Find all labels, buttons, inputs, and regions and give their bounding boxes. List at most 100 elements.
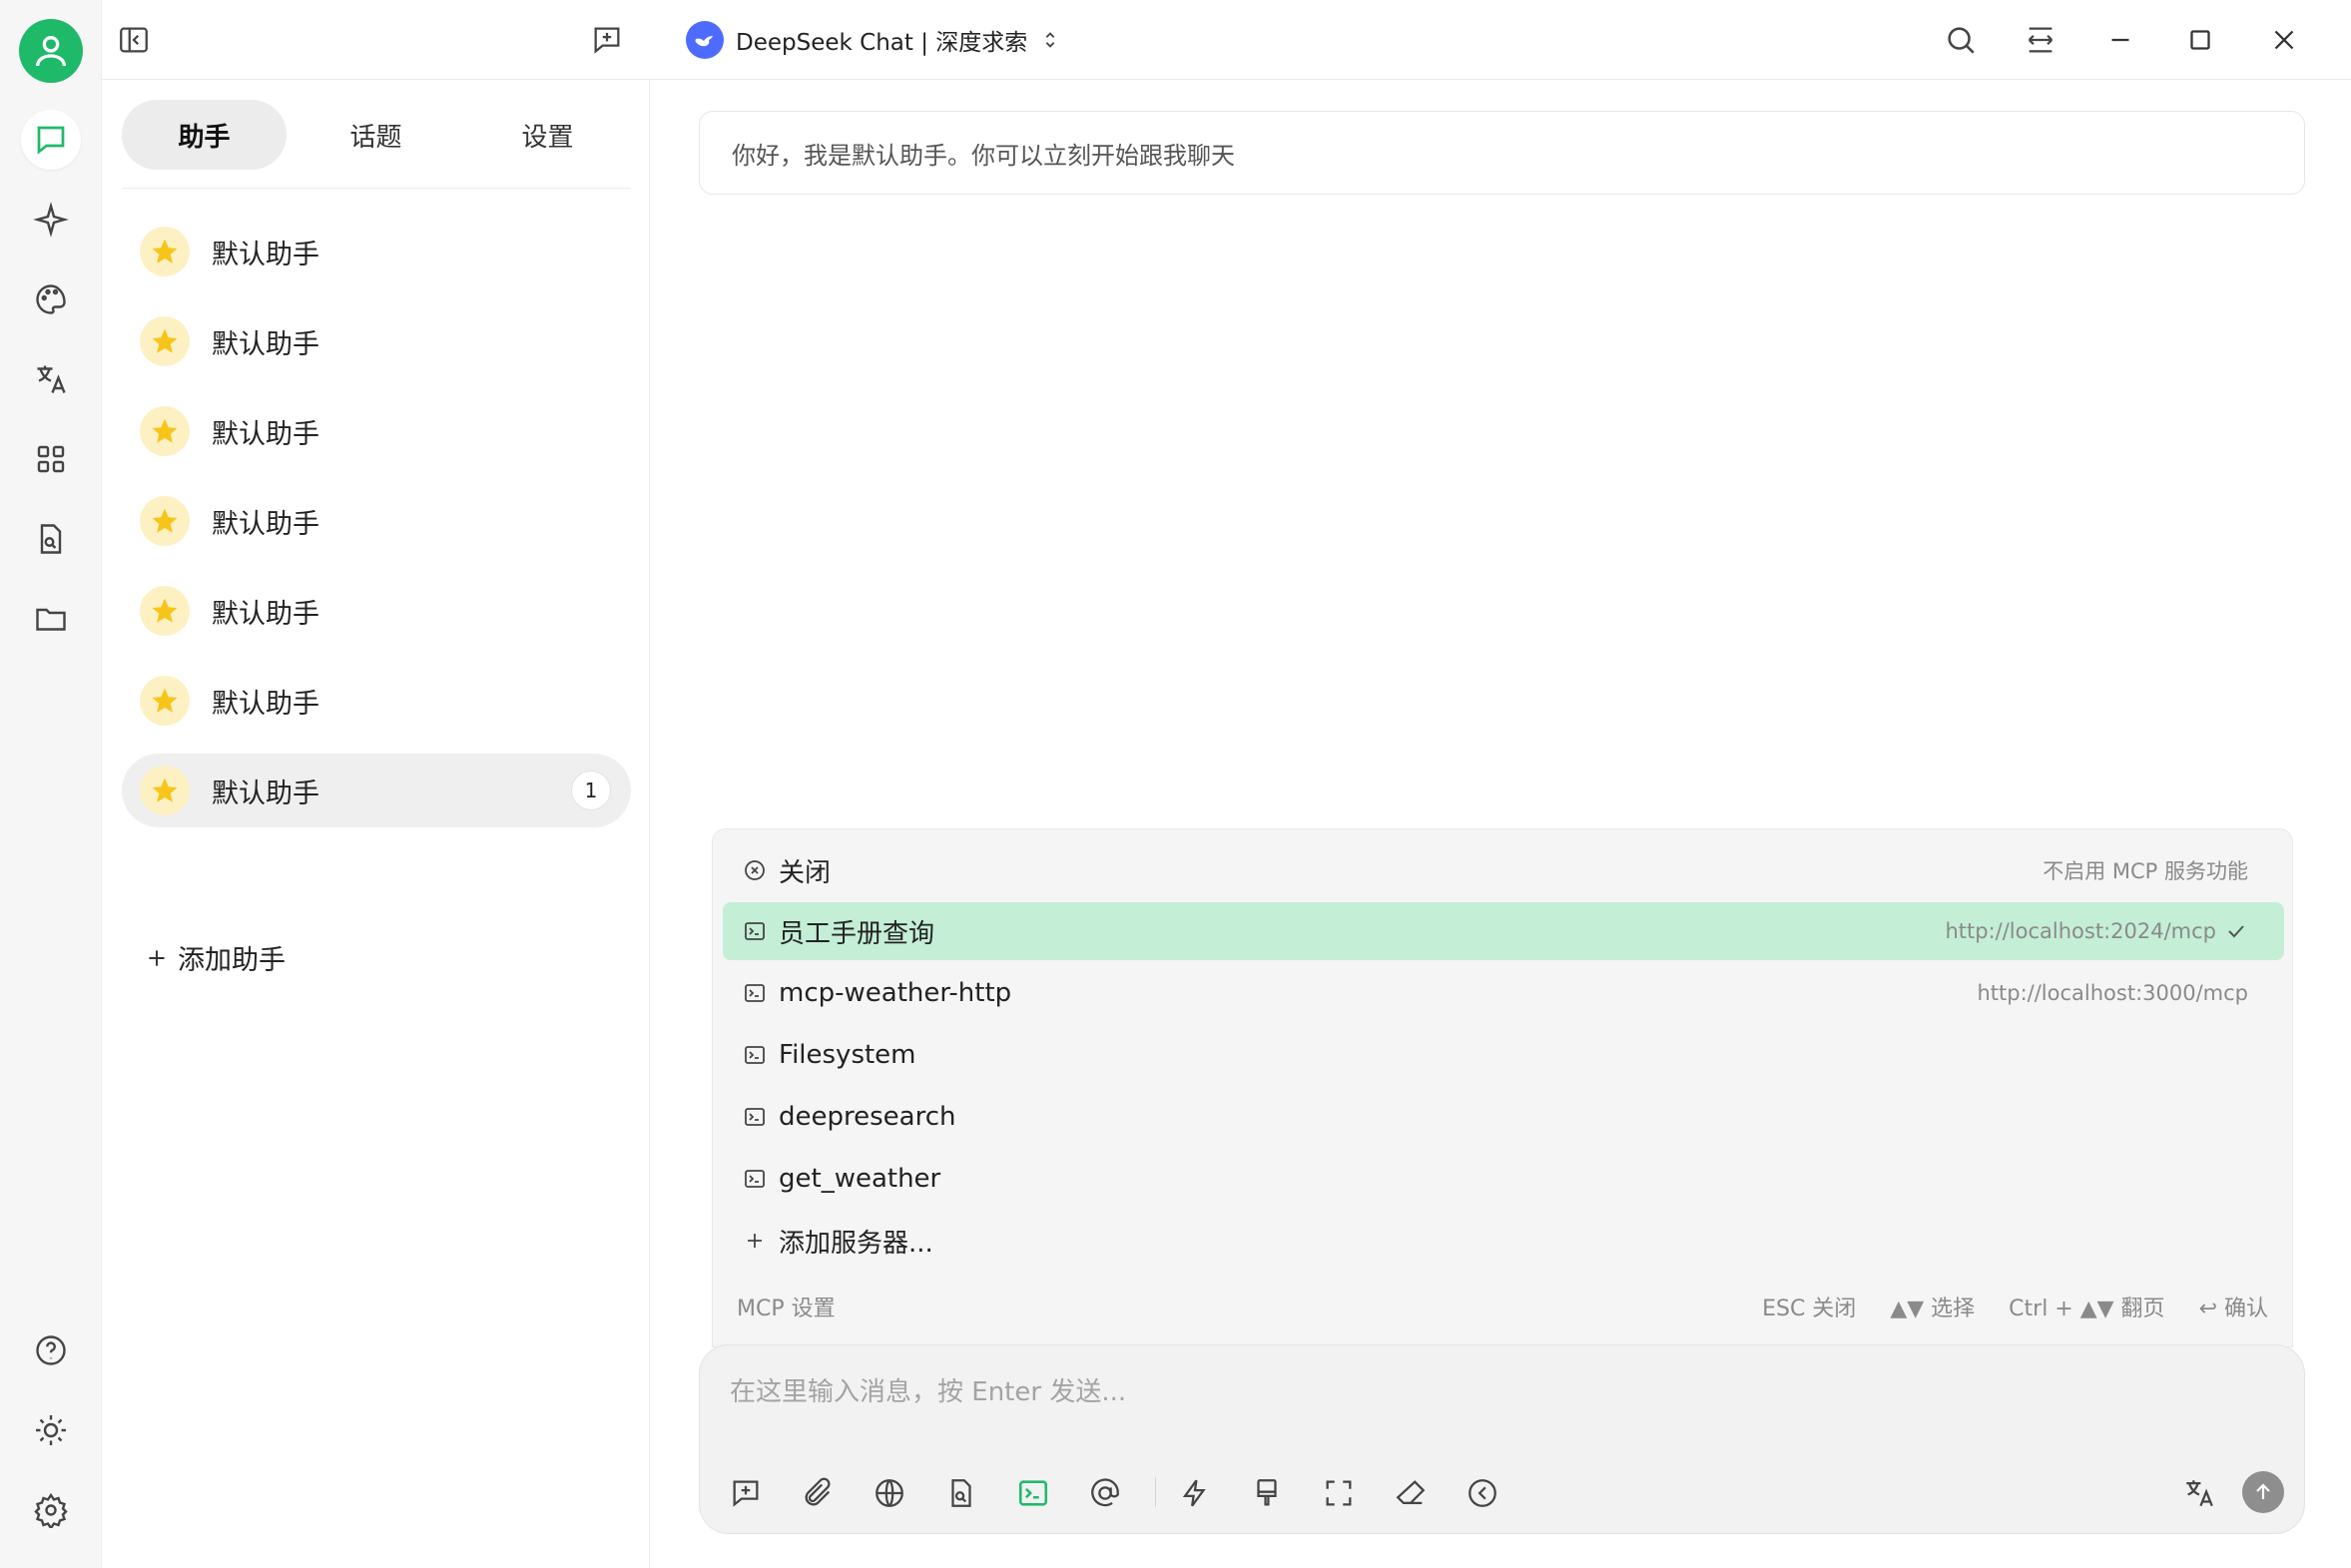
new-topic-button[interactable] <box>585 18 629 62</box>
plus-icon <box>149 949 165 966</box>
assistant-panel: 助手 话题 设置 默认助手 默认助手 默认助手 默认助手 默认助手 默认助手 默… <box>102 80 650 1568</box>
mcp-server-url: http://localhost:2024/mcp <box>1945 919 2216 943</box>
folder-icon <box>36 608 66 631</box>
fullscreen-tool[interactable] <box>1315 1469 1363 1517</box>
globe-icon <box>876 1479 903 1507</box>
assistant-item[interactable]: 默认助手 <box>122 215 631 288</box>
terminal-icon <box>745 1046 765 1064</box>
files-nav-button[interactable] <box>21 589 81 649</box>
star-icon <box>140 316 190 366</box>
assistant-item-active[interactable]: 默认助手 1 <box>122 754 631 827</box>
keyboard-hints: ESC 关闭 ▲▼ 选择 Ctrl + ▲▼ 翻页 ↩ 确认 <box>1762 1291 2268 1322</box>
mcp-server-item[interactable]: deepresearch <box>723 1088 2284 1146</box>
sun-icon <box>36 1415 66 1445</box>
mcp-close-option[interactable]: 关闭 不启用 MCP 服务功能 <box>723 841 2284 899</box>
model-selector[interactable]: DeepSeek Chat | 深度求索 <box>686 20 1061 60</box>
assistant-name: 默认助手 <box>212 778 319 809</box>
mcp-settings-link[interactable]: MCP 设置 <box>737 1291 836 1322</box>
mcp-server-item[interactable]: Filesystem <box>723 1026 2284 1084</box>
paperclip-icon <box>805 1477 831 1506</box>
check-icon <box>2228 925 2244 938</box>
toggle-sidebar-button[interactable] <box>112 18 156 62</box>
mention-tool[interactable] <box>1081 1469 1129 1517</box>
sidebar-collapse-icon <box>120 27 148 53</box>
paint-nav-button[interactable] <box>21 269 81 329</box>
help-nav-button[interactable] <box>21 1320 81 1380</box>
sparkle-icon <box>33 202 69 238</box>
topic-count-badge: 1 <box>571 771 611 810</box>
tab-settings[interactable]: 设置 <box>465 100 630 170</box>
mcp-server-name: 员工手册查询 <box>779 918 935 949</box>
narrow-mode-button[interactable] <box>2019 18 2062 62</box>
settings-nav-button[interactable] <box>21 1480 81 1540</box>
close-icon <box>2274 30 2294 50</box>
knowledge-tool[interactable] <box>937 1469 985 1517</box>
maximize-button[interactable] <box>2178 18 2222 62</box>
hint-page: Ctrl + ▲▼ 翻页 <box>2009 1297 2165 1321</box>
new-chat-icon <box>733 1480 759 1507</box>
chat-nav-button[interactable] <box>21 110 81 170</box>
message-input-box[interactable]: 在这里输入消息，按 Enter 发送... <box>699 1344 2305 1534</box>
hint-select: ▲▼ 选择 <box>1890 1297 1976 1321</box>
mcp-server-item[interactable]: mcp-weather-http http://localhost:3000/m… <box>723 964 2284 1022</box>
gear-icon <box>34 1492 68 1528</box>
knowledge-nav-button[interactable] <box>21 509 81 569</box>
assistant-item[interactable]: 默认助手 <box>122 304 631 378</box>
quick-phrase-tool[interactable] <box>1171 1469 1219 1517</box>
apps-grid-icon <box>37 445 65 473</box>
translate-tool[interactable] <box>2175 1469 2223 1517</box>
panel-tabs: 助手 话题 设置 <box>122 100 631 190</box>
top-bar: DeepSeek Chat | 深度求索 <box>102 0 2351 80</box>
new-topic-tool[interactable] <box>722 1469 770 1517</box>
tab-topics[interactable]: 话题 <box>294 100 458 170</box>
assistant-item[interactable]: 默认助手 <box>122 574 631 648</box>
mcp-server-item[interactable]: 员工手册查询 http://localhost:2024/mcp <box>723 902 2284 960</box>
close-window-button[interactable] <box>2262 18 2306 62</box>
terminal-icon <box>745 984 765 1002</box>
new-chat-icon <box>594 27 620 54</box>
search-button[interactable] <box>1939 18 1983 62</box>
at-sign-icon <box>1091 1478 1119 1507</box>
web-search-tool[interactable] <box>866 1469 913 1517</box>
clear-context-tool[interactable] <box>1243 1469 1291 1517</box>
mcp-close-hint: 不启用 MCP 服务功能 <box>2043 859 2248 883</box>
mcp-add-server[interactable]: 添加服务器... <box>723 1212 2284 1270</box>
clear-tool[interactable] <box>1387 1469 1435 1517</box>
search-icon <box>1948 27 1975 54</box>
plus-icon <box>748 1234 762 1248</box>
brush-icon <box>1257 1479 1277 1506</box>
terminal-icon <box>745 1108 765 1126</box>
arrow-up-icon <box>2256 1483 2270 1499</box>
assistant-item[interactable]: 默认助手 <box>122 664 631 738</box>
mcp-tool[interactable] <box>1009 1469 1057 1517</box>
icon-rail <box>0 0 102 1568</box>
terminal-icon <box>745 1170 765 1188</box>
minimize-icon <box>2111 38 2129 42</box>
attach-tool[interactable] <box>794 1469 842 1517</box>
message-input-placeholder[interactable]: 在这里输入消息，按 Enter 发送... <box>730 1371 1126 1408</box>
tab-assistants[interactable]: 助手 <box>122 100 287 170</box>
apps-nav-button[interactable] <box>21 429 81 489</box>
assistant-name: 默认助手 <box>212 418 319 450</box>
assistant-item[interactable]: 默认助手 <box>122 484 631 558</box>
add-assistant-button[interactable]: 添加助手 <box>144 938 286 977</box>
user-avatar[interactable] <box>19 19 83 83</box>
agents-nav-button[interactable] <box>21 190 81 250</box>
file-search-icon <box>951 1479 971 1507</box>
palette-icon <box>36 284 66 314</box>
translate-nav-button[interactable] <box>21 349 81 409</box>
terminal-icon <box>1018 1480 1048 1506</box>
assistant-name: 默认助手 <box>212 328 319 360</box>
assistant-item[interactable]: 默认助手 <box>122 394 631 468</box>
assistant-name: 默认助手 <box>212 688 319 720</box>
mcp-server-item[interactable]: get_weather <box>723 1150 2284 1208</box>
theme-nav-button[interactable] <box>21 1400 81 1460</box>
send-button[interactable] <box>2242 1471 2284 1513</box>
mcp-server-url-group: http://localhost:2024/mcp <box>1945 919 2248 943</box>
minimize-button[interactable] <box>2098 18 2142 62</box>
collapse-tool[interactable] <box>1459 1469 1506 1517</box>
expand-horizontal-icon <box>2028 27 2054 53</box>
mcp-server-name: deepresearch <box>779 1102 956 1132</box>
maximize-icon <box>2190 30 2210 50</box>
translate-icon <box>2186 1480 2213 1507</box>
